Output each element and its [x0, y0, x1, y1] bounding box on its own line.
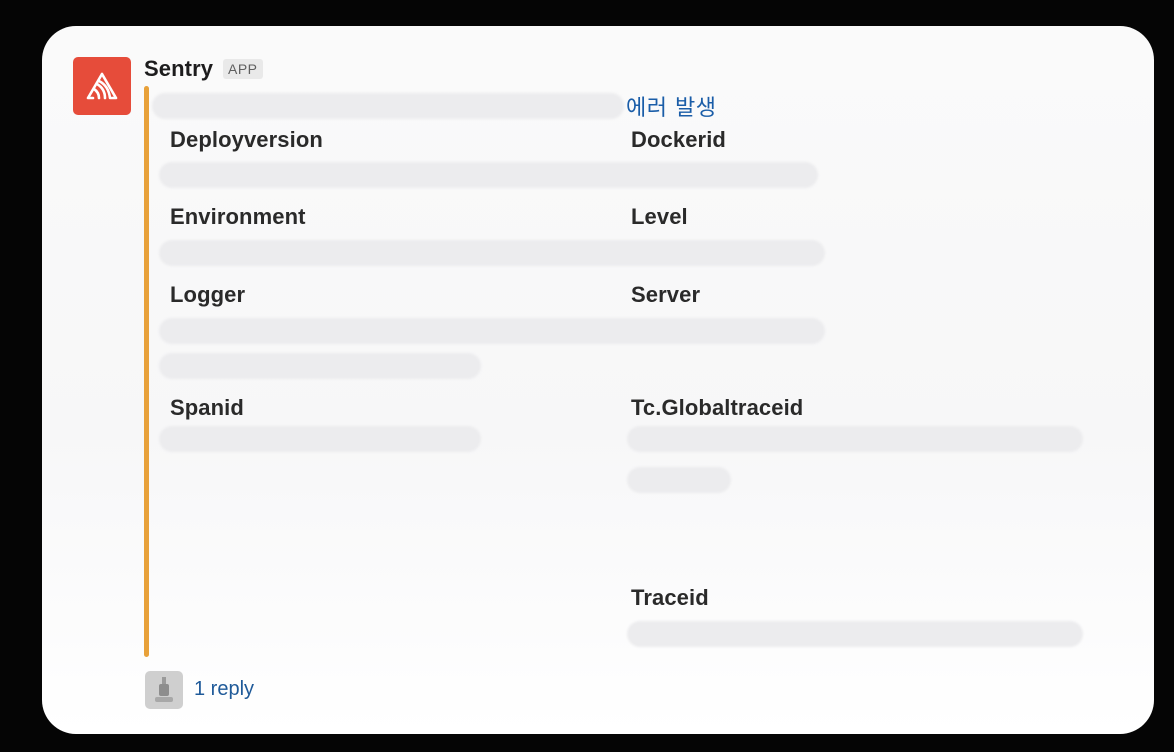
- blurred-field-value: [159, 162, 818, 188]
- blurred-title-placeholder: [152, 93, 624, 119]
- avatar-figure: [155, 677, 173, 702]
- field-label-server: Server: [631, 282, 701, 307]
- field-label-spanid: Spanid: [170, 395, 244, 420]
- blurred-field-value: [159, 353, 481, 379]
- field-label-deployversion: Deployversion: [170, 127, 323, 152]
- app-badge: APP: [223, 59, 263, 79]
- field-label-environment: Environment: [170, 204, 306, 229]
- reply-count-link[interactable]: 1 reply: [194, 678, 254, 701]
- attachment-color-bar: [144, 86, 149, 657]
- video-frame: Sentry APP 에러 발생 Deployversion Dockerid …: [0, 0, 1174, 752]
- app-name[interactable]: Sentry: [144, 56, 213, 82]
- field-label-logger: Logger: [170, 282, 246, 307]
- field-label-dockerid: Dockerid: [631, 127, 726, 152]
- user-avatar-icon[interactable]: [145, 671, 183, 709]
- title-link[interactable]: 에러 발생: [626, 90, 716, 122]
- sentry-logo-icon[interactable]: [73, 57, 131, 115]
- blurred-field-value: [159, 318, 825, 344]
- blurred-field-value: [159, 426, 481, 452]
- field-label-level: Level: [631, 204, 688, 229]
- blurred-field-value: [627, 621, 1083, 647]
- field-label-traceid: Traceid: [631, 585, 709, 610]
- blurred-field-value: [627, 467, 731, 493]
- sentry-glyph: [86, 72, 118, 100]
- field-label-tc-globaltraceid: Tc.Globaltraceid: [631, 395, 804, 420]
- slack-message-card: Sentry APP 에러 발생 Deployversion Dockerid …: [42, 26, 1154, 734]
- blurred-field-value: [627, 426, 1083, 452]
- blurred-field-value: [159, 240, 825, 266]
